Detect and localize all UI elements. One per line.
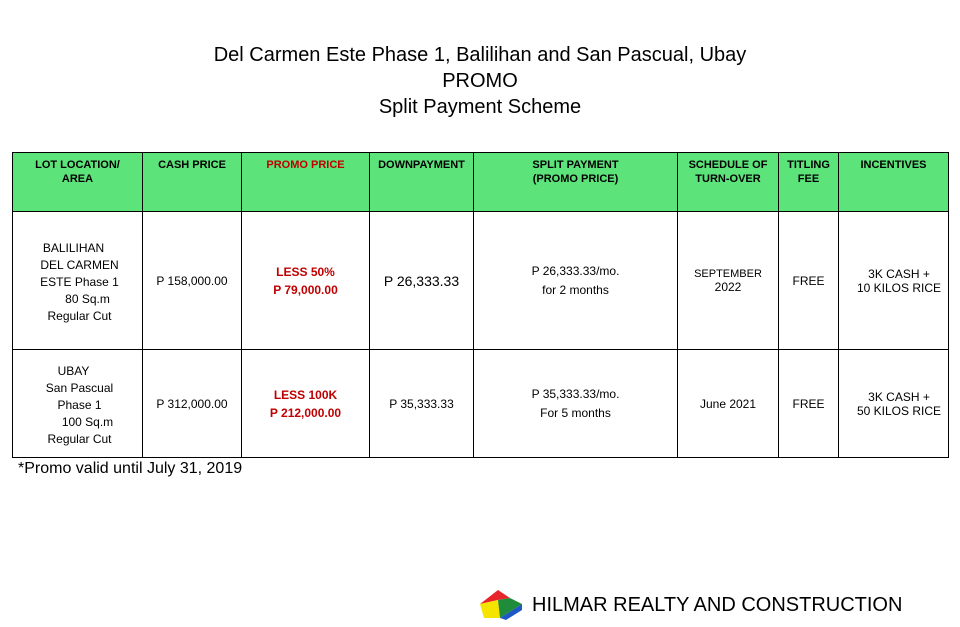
col-header-split-payment: SPLIT PAYMENT (PROMO PRICE) xyxy=(473,152,678,212)
scheme-heading: Split Payment Scheme xyxy=(378,96,582,118)
titling-fee-cell: FREE xyxy=(778,349,839,458)
incentives-cell: 3K CASH +50 KILOS RICE xyxy=(838,349,949,458)
house-logo-icon xyxy=(480,590,522,620)
table-row: BALILIHAN DEL CARMEN ESTE Phase 1 80 Sq.… xyxy=(12,211,949,350)
split-payment-cell: P 26,333.33/mo. for 2 months xyxy=(473,211,678,350)
promo-validity-note: *Promo valid until July 31, 2019 xyxy=(18,460,243,477)
promo-table: LOT LOCATION/AREA CASH PRICE PROMO PRICE… xyxy=(12,152,949,458)
promo-price-cell: LESS 50% P 79,000.00 xyxy=(241,211,370,350)
document-title: Del Carmen Este Phase 1, Balilihan and S… xyxy=(213,44,747,66)
document-title-block: Del Carmen Este Phase 1, Balilihan and S… xyxy=(0,42,960,120)
turnover-cell: June 2021 xyxy=(677,349,779,458)
incentives-cell: 3K CASH +10 KILOS RICE xyxy=(838,211,949,350)
col-header-lot-location: LOT LOCATION/AREA xyxy=(12,152,143,212)
downpayment-cell: P 35,333.33 xyxy=(369,349,474,458)
titling-fee-cell: FREE xyxy=(778,211,839,350)
cash-price-cell: P 312,000.00 xyxy=(142,349,242,458)
col-header-turnover: SCHEDULE OF TURN-OVER xyxy=(677,152,779,212)
table-row: UBAY San Pascual Phase 1 100 Sq.m Regula… xyxy=(12,349,949,458)
lot-location-cell: UBAY San Pascual Phase 1 100 Sq.m Regula… xyxy=(12,349,143,458)
turnover-cell: SEPTEMBER 2022 xyxy=(677,211,779,350)
lot-location-cell: BALILIHAN DEL CARMEN ESTE Phase 1 80 Sq.… xyxy=(12,211,143,350)
col-header-downpayment: DOWNPAYMENT xyxy=(369,152,474,212)
promo-heading: PROMO xyxy=(442,70,518,92)
table-header-row: LOT LOCATION/AREA CASH PRICE PROMO PRICE… xyxy=(12,152,949,212)
col-header-cash-price: CASH PRICE xyxy=(142,152,242,212)
promo-price-cell: LESS 100K P 212,000.00 xyxy=(241,349,370,458)
col-header-titling-fee: TITLING FEE xyxy=(778,152,839,212)
col-header-incentives: INCENTIVES xyxy=(838,152,949,212)
col-header-promo-price: PROMO PRICE xyxy=(241,152,370,212)
split-payment-cell: P 35,333.33/mo. For 5 months xyxy=(473,349,678,458)
company-name: HILMAR REALTY AND CONSTRUCTION xyxy=(532,594,903,616)
cash-price-cell: P 158,000.00 xyxy=(142,211,242,350)
downpayment-cell: P 26,333.33 xyxy=(369,211,474,350)
